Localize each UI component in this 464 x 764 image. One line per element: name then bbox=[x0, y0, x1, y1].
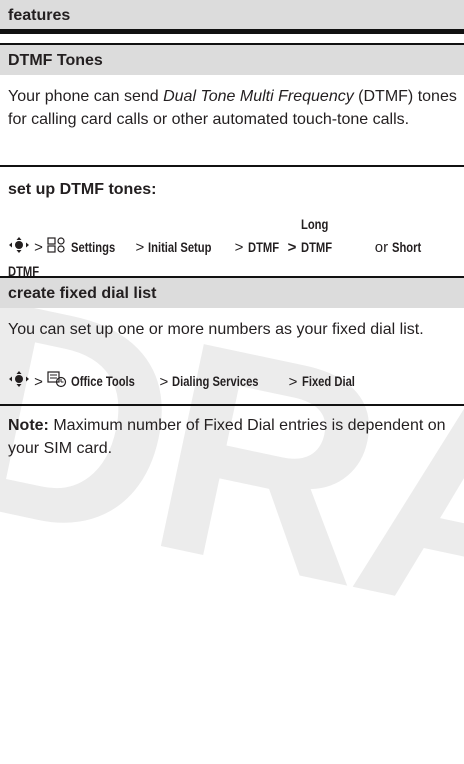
dtmf-title-bar: DTMF Tones bbox=[0, 43, 464, 75]
note-label: Note: bbox=[8, 417, 49, 434]
settings-icon bbox=[47, 236, 67, 260]
section-header-title: features bbox=[8, 7, 71, 24]
dtmf-menu-path: > Settings > Initial Setup > DTMF > Long… bbox=[8, 216, 422, 279]
fixed-dial-note: Note: Maximum number of Fixed Dial entri… bbox=[8, 417, 446, 457]
fixed-dial-description: You can set up one or more numbers as yo… bbox=[8, 321, 424, 338]
fixed-dial-title: create fixed dial list bbox=[8, 285, 157, 302]
office-tools-icon bbox=[47, 370, 67, 395]
nav-key-icon bbox=[8, 236, 30, 260]
dtmf-title: DTMF Tones bbox=[8, 52, 103, 69]
fixed-dial-title-bar: create fixed dial list bbox=[0, 276, 464, 308]
dtmf-setup-heading: set up DTMF tones: bbox=[8, 181, 157, 198]
dtmf-description: Your phone can send Dual Tone Multi Freq… bbox=[8, 88, 457, 128]
section-header: features bbox=[0, 0, 464, 34]
fixed-dial-menu-path: > Office Tools > Dialing Services > Fixe… bbox=[8, 370, 458, 395]
divider bbox=[0, 165, 464, 167]
nav-key-icon bbox=[8, 371, 30, 394]
divider bbox=[0, 404, 464, 406]
page-content: features DTMF Tones Your phone can send … bbox=[0, 0, 464, 488]
